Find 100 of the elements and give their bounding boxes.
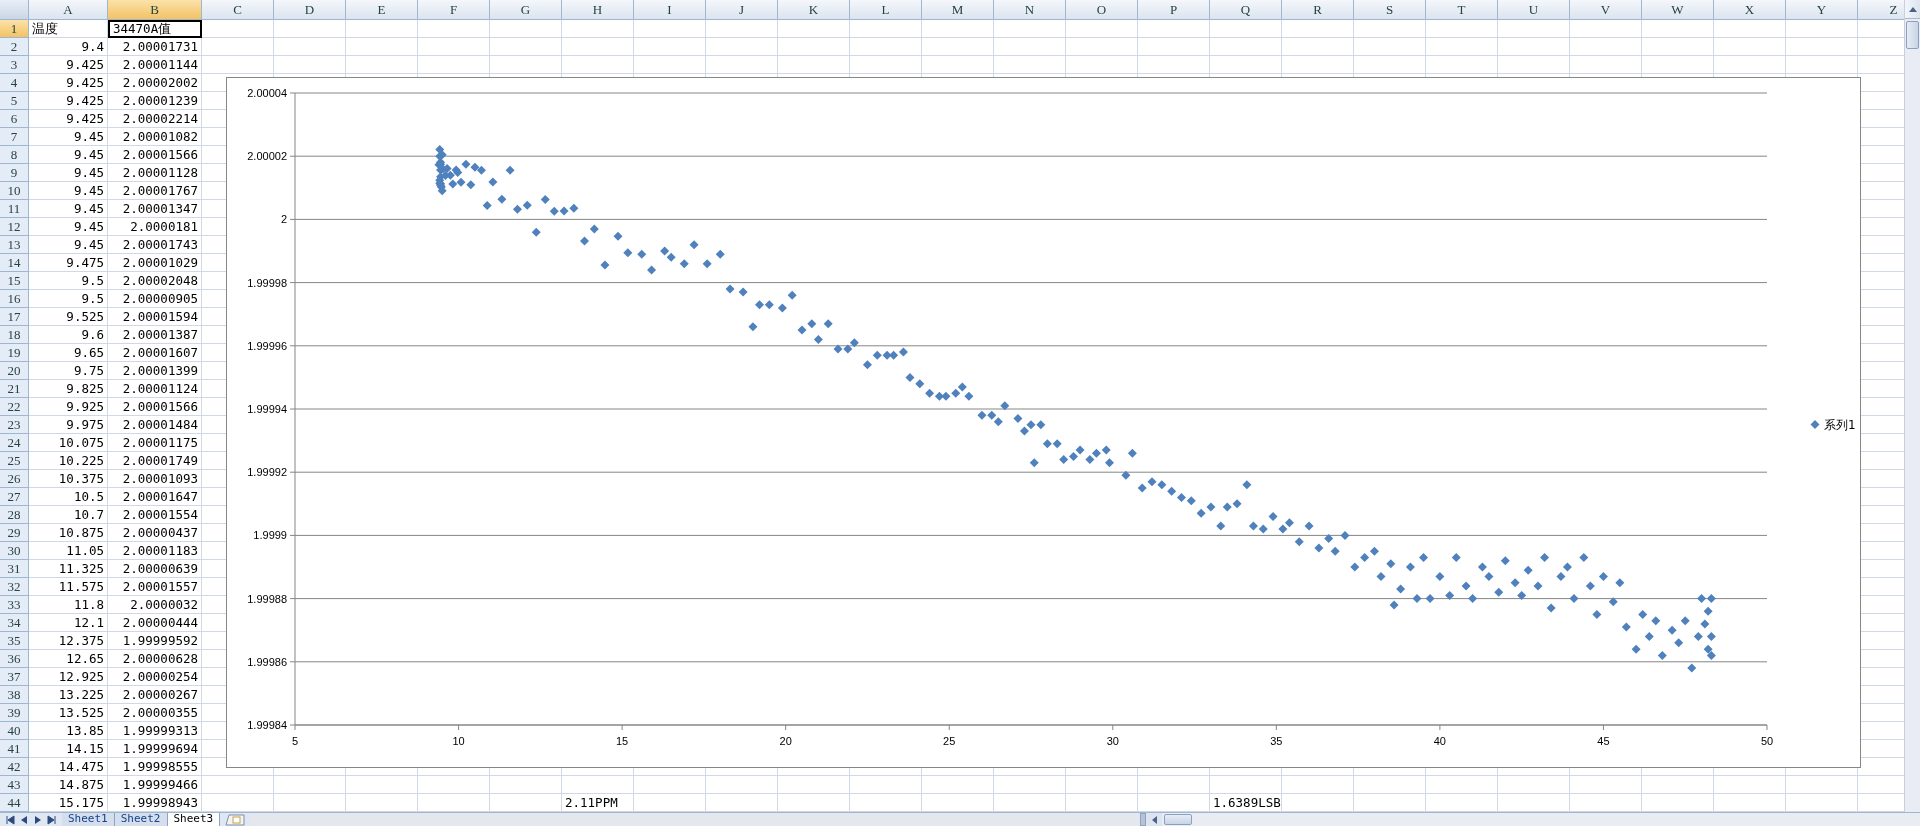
data-point	[977, 410, 987, 420]
row-header[interactable]: 18	[0, 326, 29, 344]
row-header[interactable]: 17	[0, 308, 29, 326]
column-header[interactable]: N	[994, 0, 1066, 20]
vertical-scrollbar[interactable]	[1904, 0, 1920, 812]
data-point	[833, 344, 843, 354]
row-header[interactable]: 4	[0, 74, 29, 92]
x-tick-label: 45	[1597, 735, 1610, 747]
data-point	[476, 165, 486, 175]
column-header[interactable]: B	[108, 0, 202, 20]
row-header[interactable]: 6	[0, 110, 29, 128]
column-header[interactable]: M	[922, 0, 994, 20]
row-header[interactable]: 21	[0, 380, 29, 398]
row-header[interactable]: 30	[0, 542, 29, 560]
data-point	[540, 195, 550, 205]
data-point	[1360, 553, 1370, 562]
sheet-tab[interactable]: Sheet1	[62, 813, 115, 826]
column-header[interactable]: L	[850, 0, 922, 20]
column-header[interactable]: G	[490, 0, 562, 20]
data-point	[1484, 572, 1494, 581]
column-header[interactable]: A	[29, 0, 108, 20]
row-header[interactable]: 8	[0, 146, 29, 164]
row-header[interactable]: 16	[0, 290, 29, 308]
row-header[interactable]: 34	[0, 614, 29, 632]
row-header[interactable]: 12	[0, 218, 29, 236]
column-header[interactable]: R	[1282, 0, 1354, 20]
column-header[interactable]: F	[418, 0, 490, 20]
row-header[interactable]: 41	[0, 740, 29, 758]
row-header[interactable]: 19	[0, 344, 29, 362]
horizontal-scrollbar[interactable]	[1146, 813, 1920, 826]
row-header[interactable]: 40	[0, 722, 29, 740]
row-header[interactable]: 10	[0, 182, 29, 200]
column-header[interactable]: T	[1426, 0, 1498, 20]
row-header[interactable]: 26	[0, 470, 29, 488]
row-header[interactable]: 24	[0, 434, 29, 452]
scroll-thumb[interactable]	[1906, 21, 1919, 49]
row-header[interactable]: 5	[0, 92, 29, 110]
data-point	[1019, 426, 1029, 436]
y-tick-label: 1.99998	[247, 276, 287, 289]
row-header[interactable]: 2	[0, 38, 29, 56]
data-point	[905, 372, 915, 382]
row-header[interactable]: 39	[0, 704, 29, 722]
column-header[interactable]: S	[1354, 0, 1426, 20]
column-header[interactable]: D	[274, 0, 346, 20]
row-header[interactable]: 9	[0, 164, 29, 182]
select-all-corner[interactable]	[0, 0, 29, 20]
row-header[interactable]: 20	[0, 362, 29, 380]
column-header[interactable]: Z	[1858, 0, 1904, 20]
row-header[interactable]: 28	[0, 506, 29, 524]
data-point	[1029, 458, 1039, 468]
data-point	[482, 201, 492, 211]
row-header[interactable]: 37	[0, 668, 29, 686]
row-header[interactable]: 14	[0, 254, 29, 272]
row-header[interactable]: 35	[0, 632, 29, 650]
row-header[interactable]: 22	[0, 398, 29, 416]
column-header[interactable]: H	[562, 0, 634, 20]
row-header[interactable]: 27	[0, 488, 29, 506]
insert-sheet-icon[interactable]	[224, 813, 247, 826]
column-header[interactable]: E	[346, 0, 418, 20]
row-header[interactable]: 25	[0, 452, 29, 470]
row-header[interactable]: 42	[0, 758, 29, 776]
row-header[interactable]: 3	[0, 56, 29, 74]
column-header[interactable]: I	[634, 0, 706, 20]
row-header[interactable]: 23	[0, 416, 29, 434]
scroll-up-button[interactable]	[1905, 0, 1920, 19]
x-tick-label: 5	[291, 735, 299, 747]
column-header[interactable]: O	[1066, 0, 1138, 20]
column-header[interactable]: K	[778, 0, 850, 20]
x-tick-label: 40	[1433, 735, 1446, 747]
scroll-left-button[interactable]	[1146, 813, 1163, 826]
row-header[interactable]: 13	[0, 236, 29, 254]
sheet-nav-icon[interactable]	[4, 814, 16, 825]
column-header[interactable]: J	[706, 0, 778, 20]
data-point	[951, 388, 961, 398]
column-header[interactable]: Q	[1210, 0, 1282, 20]
row-header[interactable]: 36	[0, 650, 29, 668]
row-header[interactable]: 11	[0, 200, 29, 218]
column-header[interactable]: Y	[1786, 0, 1858, 20]
sheet-tab[interactable]: Sheet2	[114, 813, 168, 826]
row-header[interactable]: 29	[0, 524, 29, 542]
row-header[interactable]: 44	[0, 794, 29, 812]
row-header[interactable]: 15	[0, 272, 29, 290]
column-header[interactable]: C	[202, 0, 274, 20]
row-header[interactable]: 43	[0, 776, 29, 794]
column-header[interactable]: W	[1642, 0, 1714, 20]
scroll-thumb[interactable]	[1164, 814, 1193, 825]
data-point	[1147, 477, 1157, 487]
row-header[interactable]: 7	[0, 128, 29, 146]
column-header[interactable]: X	[1714, 0, 1786, 20]
sheet-nav-icon[interactable]	[46, 814, 58, 825]
column-header[interactable]: P	[1138, 0, 1210, 20]
column-header[interactable]: V	[1570, 0, 1642, 20]
row-header[interactable]: 32	[0, 578, 29, 596]
row-header[interactable]: 38	[0, 686, 29, 704]
tab-split-handle[interactable]	[1140, 813, 1147, 826]
sheet-tab[interactable]: Sheet3	[167, 813, 221, 826]
row-header[interactable]: 1	[0, 20, 29, 38]
row-header[interactable]: 31	[0, 560, 29, 578]
row-header[interactable]: 33	[0, 596, 29, 614]
column-header[interactable]: U	[1498, 0, 1570, 20]
